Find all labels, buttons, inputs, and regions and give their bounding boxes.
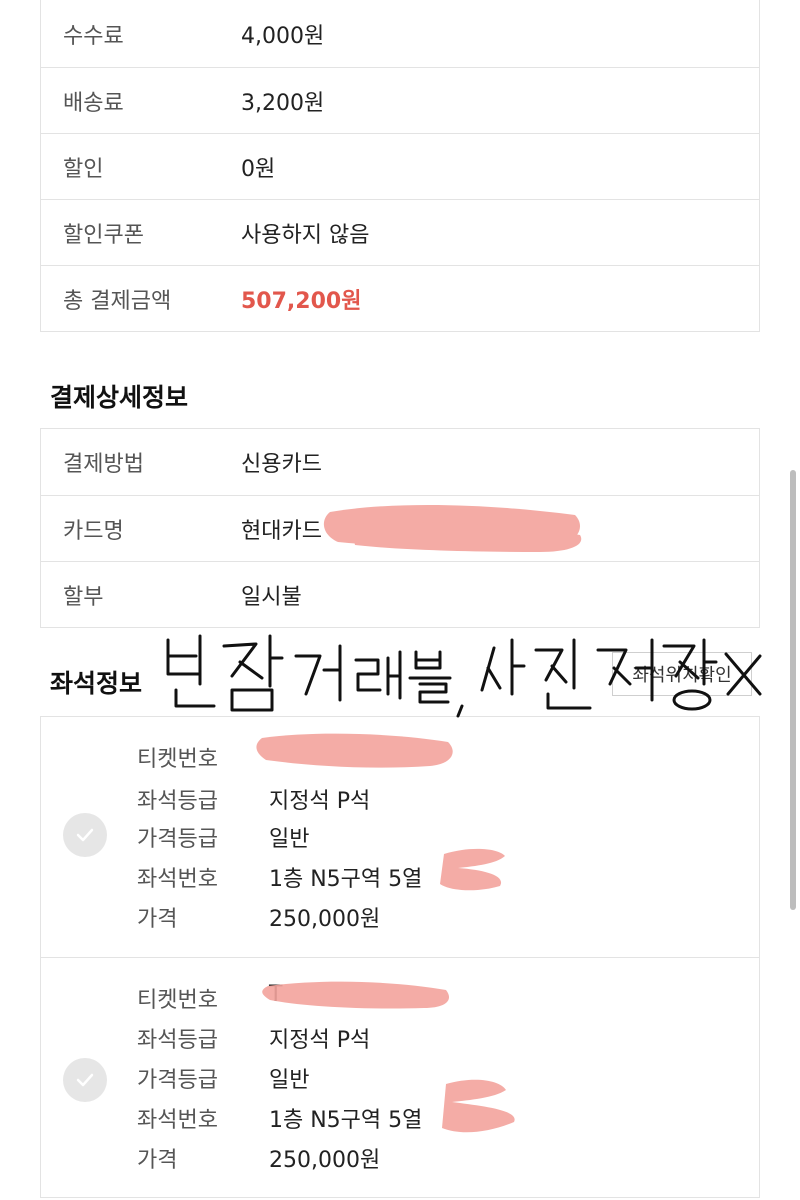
price-grade-value: 일반 <box>269 1068 310 1093</box>
total-value: 507,200원 <box>241 288 362 314</box>
price-grade-line: 가격등급 일반 <box>137 1062 309 1094</box>
seat-grade-label: 좌석등급 <box>137 1028 218 1053</box>
fee-row-commission: 수수료 4,000원 <box>41 0 759 67</box>
price-value: 250,000원 <box>269 907 381 932</box>
installment-label: 할부 <box>63 584 104 610</box>
ticket-number-label: 티켓번호 <box>137 988 218 1013</box>
price-line: 가격 250,000원 <box>137 901 380 933</box>
fee-row-discount: 할인 0원 <box>41 133 759 199</box>
price-grade-line: 가격등급 일반 <box>137 821 309 853</box>
price-label: 가격 <box>137 1148 178 1173</box>
seat-number-label: 좌석번호 <box>137 1108 218 1133</box>
seat-number-value: 1층 N5구역 5열 <box>269 867 423 892</box>
price-value: 250,000원 <box>269 1148 381 1173</box>
payment-method-value: 신용카드 <box>241 452 322 477</box>
ticket-number-label: 티켓번호 <box>137 747 218 772</box>
shipping-label: 배송료 <box>63 90 124 116</box>
fee-row-total: 총 결제금액 507,200원 <box>41 265 759 331</box>
ticket-number-line: 티켓번호 <box>137 741 269 773</box>
seat-list: 티켓번호 좌석등급 지정석 P석 가격등급 일반 좌석번호 1층 N5구역 5열… <box>40 716 760 1198</box>
seat-number-label: 좌석번호 <box>137 867 218 892</box>
payment-method-label: 결제방법 <box>63 452 144 477</box>
price-label: 가격 <box>137 907 178 932</box>
seat-grade-line: 좌석등급 지정석 P석 <box>137 783 370 815</box>
price-grade-label: 가격등급 <box>137 1068 218 1093</box>
commission-label: 수수료 <box>63 24 124 49</box>
fee-row-shipping: 배송료 3,200원 <box>41 67 759 133</box>
discount-value: 0원 <box>241 156 276 182</box>
seat-card[interactable]: 티켓번호 T 좌석등급 지정석 P석 가격등급 일반 좌석번호 1층 N5구역 … <box>41 957 759 1197</box>
seat-grade-value: 지정석 P석 <box>269 789 371 814</box>
seat-info-title: 좌석정보 <box>50 669 143 698</box>
ticket-number-line: 티켓번호 T <box>137 982 282 1014</box>
shipping-value: 3,200원 <box>241 90 325 116</box>
seat-location-button[interactable]: 좌석위치확인 <box>612 652 752 696</box>
payment-row-card: 카드명 현대카드 <box>41 495 759 561</box>
check-icon[interactable] <box>63 813 107 857</box>
coupon-value: 사용하지 않음 <box>241 222 370 248</box>
seat-number-value: 1층 N5구역 5열 <box>269 1108 423 1133</box>
commission-value: 4,000원 <box>241 24 325 49</box>
scrollbar[interactable] <box>790 470 796 910</box>
installment-value: 일시불 <box>241 584 302 610</box>
payment-details-title: 결제상세정보 <box>50 383 189 412</box>
seat-number-line: 좌석번호 1층 N5구역 5열 <box>137 1102 422 1134</box>
payment-row-method: 결제방법 신용카드 <box>41 429 759 495</box>
check-icon[interactable] <box>63 1058 107 1102</box>
ticket-number-value: T <box>269 982 283 1007</box>
discount-label: 할인 <box>63 156 104 182</box>
coupon-label: 할인쿠폰 <box>63 222 144 248</box>
seat-grade-label: 좌석등급 <box>137 789 218 814</box>
price-line: 가격 250,000원 <box>137 1142 380 1174</box>
price-grade-value: 일반 <box>269 827 310 852</box>
seat-grade-line: 좌석등급 지정석 P석 <box>137 1022 370 1054</box>
fee-row-coupon: 할인쿠폰 사용하지 않음 <box>41 199 759 265</box>
payment-row-installment: 할부 일시불 <box>41 561 759 627</box>
seat-number-line: 좌석번호 1층 N5구역 5열 <box>137 861 422 893</box>
card-name-value: 현대카드 <box>241 518 322 544</box>
seat-grade-value: 지정석 P석 <box>269 1028 371 1053</box>
card-name-label: 카드명 <box>63 518 124 544</box>
total-label: 총 결제금액 <box>63 288 172 314</box>
fee-summary-table: 수수료 4,000원 배송료 3,200원 할인 0원 할인쿠폰 사용하지 않음… <box>40 0 760 332</box>
seat-card[interactable]: 티켓번호 좌석등급 지정석 P석 가격등급 일반 좌석번호 1층 N5구역 5열… <box>41 717 759 957</box>
price-grade-label: 가격등급 <box>137 827 218 852</box>
payment-details-table: 결제방법 신용카드 카드명 현대카드 할부 일시불 <box>40 428 760 628</box>
